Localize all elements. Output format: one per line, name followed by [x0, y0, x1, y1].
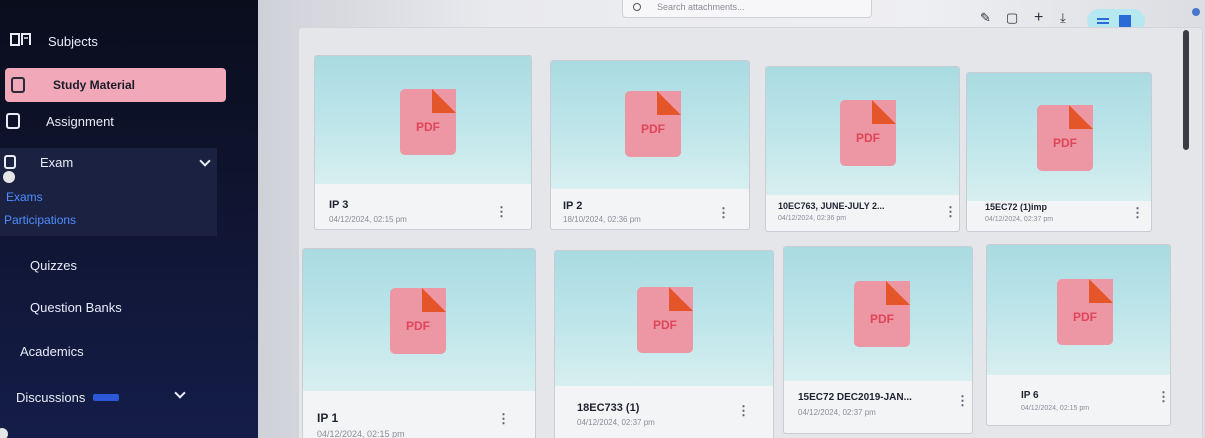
more-options-icon[interactable]: ⋮ — [497, 412, 510, 425]
pdf-label: PDF — [870, 312, 894, 326]
file-date: 04/12/2024, 02:15 pm — [1021, 405, 1090, 412]
book-icon — [10, 32, 31, 50]
collapse-handle[interactable] — [0, 428, 8, 438]
file-date: 04/12/2024, 02:15 pm — [317, 429, 405, 438]
grid-view-icon[interactable] — [1119, 15, 1131, 27]
pdf-file-icon: PDF — [1037, 105, 1093, 171]
document-icon — [11, 77, 25, 93]
file-card[interactable]: PDF 18EC733 (1) 04/12/2024, 02:37 pm ⋮ — [554, 250, 774, 438]
sidebar-item-subjects[interactable]: Subjects — [10, 26, 98, 56]
pdf-label: PDF — [653, 318, 677, 332]
file-card[interactable]: PDF IP 1 04/12/2024, 02:15 pm ⋮ — [302, 248, 536, 438]
file-date: 04/12/2024, 02:37 pm — [577, 418, 655, 427]
file-date: 04/12/2024, 02:37 pm — [985, 216, 1054, 223]
edge-indicator — [1192, 8, 1200, 16]
sidebar-item-assignment[interactable]: Assignment — [6, 106, 114, 136]
file-title: IP 6 — [1021, 390, 1039, 401]
pdf-label: PDF — [1053, 136, 1077, 150]
chevron-down-icon[interactable] — [174, 387, 186, 399]
more-options-icon[interactable]: ⋮ — [1157, 390, 1170, 403]
file-card[interactable]: PDF IP 2 18/10/2024, 02:36 pm ⋮ — [550, 60, 750, 230]
pdf-label: PDF — [856, 131, 880, 145]
file-card[interactable]: PDF 15EC72 (1)imp 04/12/2024, 02:37 pm ⋮ — [966, 72, 1152, 232]
file-thumbnail: PDF — [315, 56, 531, 184]
file-thumbnail: PDF — [555, 251, 773, 386]
file-title: 15EC72 (1)imp — [985, 202, 1048, 212]
copy-icon[interactable]: ▢ — [1006, 10, 1018, 26]
file-title: IP 2 — [563, 200, 583, 212]
exam-icon — [4, 155, 16, 169]
list-view-icon[interactable] — [1097, 18, 1109, 24]
sidebar-item-label: Quizzes — [30, 257, 77, 273]
sidebar-item-exam[interactable]: Exam — [4, 147, 73, 177]
pdf-label: PDF — [416, 120, 440, 134]
sidebar-item-study-material[interactable]: Study Material — [5, 68, 226, 102]
sidebar-item-label: Assignment — [46, 113, 114, 129]
sidebar-subitem-participations[interactable]: Participations — [4, 213, 76, 227]
file-title: 10EC763, JUNE-JULY 2... — [778, 201, 885, 211]
file-date: 04/12/2024, 02:36 pm — [778, 215, 847, 222]
pdf-file-icon: PDF — [854, 281, 910, 347]
file-card[interactable]: PDF IP 6 04/12/2024, 02:15 pm ⋮ — [986, 244, 1171, 426]
new-badge — [93, 393, 120, 401]
download-icon[interactable]: ⤓ — [1060, 10, 1066, 26]
sidebar-item-label: Subjects — [48, 33, 98, 49]
pdf-file-icon: PDF — [637, 287, 693, 353]
sidebar-item-label: Question Banks — [30, 299, 122, 315]
pdf-file-icon: PDF — [840, 100, 896, 166]
scrollbar[interactable] — [1183, 30, 1189, 150]
file-thumbnail: PDF — [967, 73, 1151, 201]
file-thumbnail: PDF — [987, 245, 1170, 375]
sidebar-item-label: Academics — [20, 343, 84, 359]
search-input[interactable]: Search attachments... — [622, 0, 872, 18]
sidebar-item-label: Study Material — [53, 78, 136, 92]
pdf-label: PDF — [1073, 310, 1097, 324]
sidebar-item-label: Discussions — [16, 389, 86, 405]
more-options-icon[interactable]: ⋮ — [1131, 206, 1144, 219]
file-title: 15EC72 DEC2019-JAN... — [798, 392, 912, 403]
file-title: IP 3 — [329, 199, 349, 211]
search-icon — [633, 3, 641, 11]
sidebar: Subjects Study Material Assignment Exam … — [0, 0, 262, 438]
pdf-file-icon: PDF — [625, 91, 681, 157]
file-thumbnail: PDF — [303, 249, 535, 391]
file-date: 04/12/2024, 02:37 pm — [798, 408, 876, 417]
plus-icon[interactable]: + — [1034, 10, 1043, 26]
sidebar-item-discussions[interactable]: Discussions — [16, 382, 120, 412]
more-options-icon[interactable]: ⋮ — [717, 206, 730, 219]
file-card[interactable]: PDF IP 3 04/12/2024, 02:15 pm ⋮ — [314, 55, 532, 230]
more-options-icon[interactable]: ⋮ — [495, 205, 508, 218]
file-card[interactable]: PDF 10EC763, JUNE-JULY 2... 04/12/2024, … — [765, 66, 960, 232]
pencil-icon[interactable]: ✎ — [980, 10, 991, 26]
file-title: 18EC733 (1) — [577, 402, 640, 414]
pdf-label: PDF — [641, 122, 665, 136]
pdf-label: PDF — [406, 319, 430, 333]
file-title: IP 1 — [317, 411, 339, 425]
file-thumbnail: PDF — [551, 61, 749, 189]
collapse-handle[interactable] — [3, 171, 15, 183]
sidebar-item-quizzes[interactable]: Quizzes — [30, 250, 77, 280]
pdf-file-icon: PDF — [400, 89, 456, 155]
sidebar-item-academics[interactable]: Academics — [20, 336, 84, 366]
main-content: Search attachments... ✎ ▢ + ⤓ PDF IP 3 0… — [258, 0, 1205, 438]
file-card[interactable]: PDF 15EC72 DEC2019-JAN... 04/12/2024, 02… — [783, 246, 973, 434]
more-options-icon[interactable]: ⋮ — [737, 404, 750, 417]
file-date: 18/10/2024, 02:36 pm — [563, 215, 641, 224]
file-date: 04/12/2024, 02:15 pm — [329, 215, 407, 224]
sidebar-item-question-banks[interactable]: Question Banks — [30, 292, 122, 322]
search-placeholder: Search attachments... — [657, 2, 745, 12]
clipboard-icon — [6, 113, 20, 129]
more-options-icon[interactable]: ⋮ — [956, 394, 969, 407]
more-options-icon[interactable]: ⋮ — [944, 205, 957, 218]
sidebar-item-label: Exam — [40, 154, 74, 170]
pdf-file-icon: PDF — [390, 288, 446, 354]
file-thumbnail: PDF — [766, 67, 959, 195]
pdf-file-icon: PDF — [1057, 279, 1113, 345]
sidebar-subitem-exams[interactable]: Exams — [6, 190, 43, 204]
file-thumbnail: PDF — [784, 247, 972, 381]
